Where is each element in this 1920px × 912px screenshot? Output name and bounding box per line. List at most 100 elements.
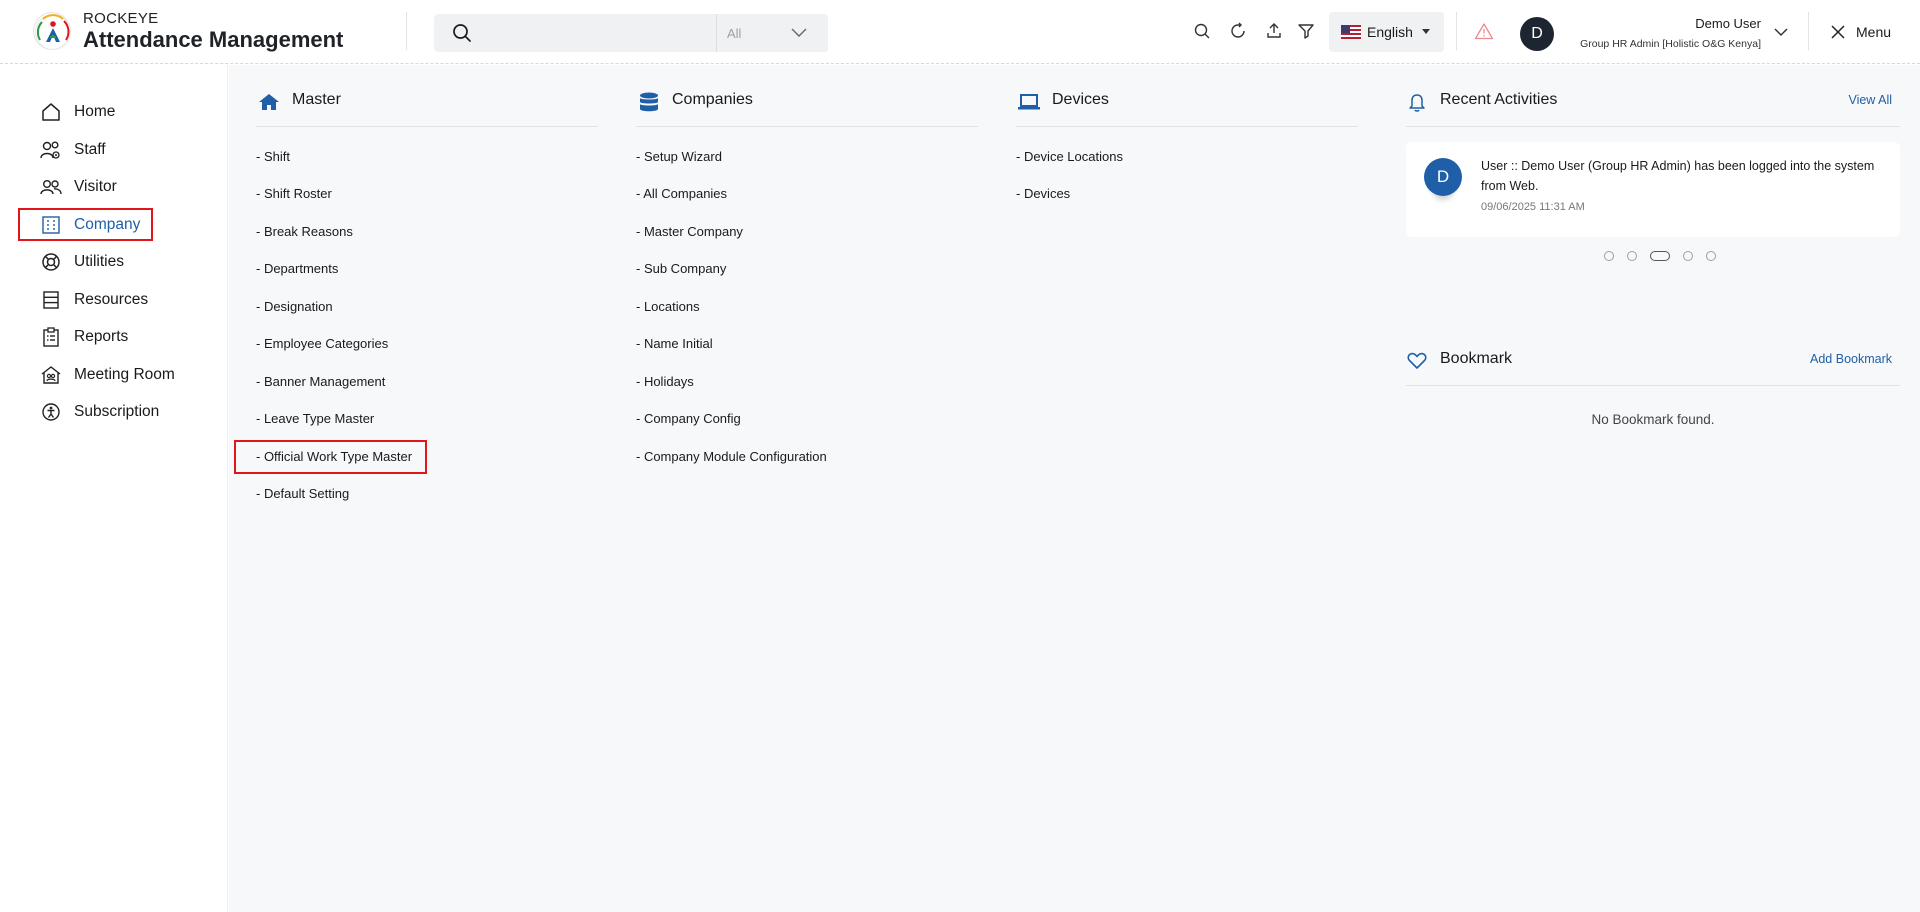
top-header: ROCKEYE Attendance Management All Englis… <box>0 0 1920 64</box>
language-select[interactable]: English <box>1329 12 1444 52</box>
master-link-departments[interactable]: - Departments <box>256 261 338 276</box>
master-title: Master <box>292 91 341 108</box>
search-icon <box>453 24 471 42</box>
sidebar-item-staff[interactable]: Staff <box>40 135 106 165</box>
sidebar-item-label: Reports <box>74 328 129 345</box>
companies-link-setup-wizard[interactable]: - Setup Wizard <box>636 149 722 164</box>
devices-title: Devices <box>1052 91 1109 108</box>
subscription-icon <box>40 401 62 423</box>
devices-link-devices[interactable]: - Devices <box>1016 186 1070 201</box>
header-divider <box>1808 12 1809 50</box>
user-name[interactable]: Demo User <box>1695 16 1761 31</box>
master-link-banner-management[interactable]: - Banner Management <box>256 374 385 389</box>
sidebar-item-label: Utilities <box>74 253 124 270</box>
search-scope-select[interactable]: All <box>716 14 828 52</box>
carousel-dot-active[interactable] <box>1650 251 1670 261</box>
app-title: Attendance Management <box>83 27 344 52</box>
companies-link-all-companies[interactable]: - All Companies <box>636 186 727 201</box>
user-role: Group HR Admin [Holistic O&G Kenya] <box>1580 38 1761 50</box>
sidebar-item-meeting-room[interactable]: Meeting Room <box>40 360 175 390</box>
companies-link-master-company[interactable]: - Master Company <box>636 224 743 239</box>
add-bookmark-link[interactable]: Add Bookmark <box>1810 352 1892 366</box>
house-icon <box>256 91 282 113</box>
companies-link-company-config[interactable]: - Company Config <box>636 411 741 426</box>
devices-link-device-locations[interactable]: - Device Locations <box>1016 149 1123 164</box>
master-link-break-reasons[interactable]: - Break Reasons <box>256 224 353 239</box>
language-value: English <box>1367 24 1413 40</box>
chevron-down-icon[interactable] <box>1773 26 1789 38</box>
visitor-icon <box>40 176 62 198</box>
sidebar-item-subscription[interactable]: Subscription <box>40 397 159 427</box>
brand-small: ROCKEYE <box>83 10 159 27</box>
laptop-icon <box>1016 91 1042 113</box>
sidebar-item-reports[interactable]: Reports <box>40 322 128 352</box>
user-avatar[interactable]: D <box>1520 17 1554 51</box>
companies-title: Companies <box>672 91 753 108</box>
sidebar-item-home[interactable]: Home <box>40 97 115 127</box>
close-icon <box>1831 25 1845 39</box>
recent-activities-title: Recent Activities <box>1440 91 1558 108</box>
sidebar-item-label: Subscription <box>74 403 160 420</box>
sidebar-item-company[interactable]: Company <box>40 210 140 240</box>
companies-heading: Companies <box>636 91 978 127</box>
carousel-dots <box>1604 251 1729 261</box>
view-all-link[interactable]: View All <box>1848 93 1892 107</box>
sidebar-item-label: Company <box>74 216 141 233</box>
search-input[interactable] <box>484 14 734 52</box>
devices-heading: Devices <box>1016 91 1358 127</box>
refresh-icon[interactable] <box>1227 20 1249 42</box>
header-divider <box>406 12 407 50</box>
alert-icon[interactable] <box>1473 20 1495 42</box>
database-icon <box>636 91 662 113</box>
resources-icon <box>40 289 62 311</box>
carousel-dot[interactable] <box>1604 251 1614 261</box>
search-scope-value: All <box>727 25 742 41</box>
clipboard-icon <box>40 326 62 348</box>
search-icon[interactable] <box>1191 20 1213 42</box>
master-link-official-work-type-master[interactable]: - Official Work Type Master <box>256 449 412 464</box>
building-icon <box>40 214 62 236</box>
companies-link-sub-company[interactable]: - Sub Company <box>636 261 726 276</box>
brand: ROCKEYE Attendance Management <box>83 11 343 51</box>
master-link-shift-roster[interactable]: - Shift Roster <box>256 186 332 201</box>
filter-icon[interactable] <box>1295 20 1317 42</box>
upload-icon[interactable] <box>1263 20 1285 42</box>
menu-close-button[interactable]: Menu <box>1830 24 1891 40</box>
bell-icon <box>1406 91 1428 113</box>
sidebar-item-label: Home <box>74 103 116 120</box>
sidebar-item-label: Resources <box>74 291 149 308</box>
sidebar-item-utilities[interactable]: Utilities <box>40 247 124 277</box>
menu-label: Menu <box>1856 24 1892 40</box>
activity-card: D User :: Demo User (Group HR Admin) has… <box>1406 142 1900 237</box>
sidebar-item-visitor[interactable]: Visitor <box>40 172 117 202</box>
companies-link-holidays[interactable]: - Holidays <box>636 374 694 389</box>
lifebuoy-icon <box>40 251 62 273</box>
sidebar-item-resources[interactable]: Resources <box>40 285 148 315</box>
carousel-dot[interactable] <box>1706 251 1716 261</box>
main-content: Master - Shift - Shift Roster - Break Re… <box>229 65 1920 912</box>
sidebar: Home Staff Visitor Company Utilities Res… <box>0 65 228 912</box>
carousel-dot[interactable] <box>1683 251 1693 261</box>
bookmark-heading: Bookmark Add Bookmark <box>1406 350 1900 386</box>
meeting-house-icon <box>40 364 62 386</box>
sidebar-item-label: Staff <box>74 141 106 158</box>
master-heading: Master <box>256 91 598 127</box>
caret-down-icon <box>1422 29 1430 34</box>
companies-link-locations[interactable]: - Locations <box>636 299 700 314</box>
companies-link-company-module-configuration[interactable]: - Company Module Configuration <box>636 449 827 464</box>
rockeye-logo[interactable] <box>33 12 71 50</box>
home-icon <box>40 101 62 123</box>
master-link-default-setting[interactable]: - Default Setting <box>256 486 349 501</box>
master-link-designation[interactable]: - Designation <box>256 299 333 314</box>
carousel-dot[interactable] <box>1627 251 1637 261</box>
master-link-employee-categories[interactable]: - Employee Categories <box>256 336 388 351</box>
heart-icon <box>1406 350 1428 372</box>
master-link-leave-type-master[interactable]: - Leave Type Master <box>256 411 374 426</box>
companies-link-name-initial[interactable]: - Name Initial <box>636 336 713 351</box>
bookmark-title: Bookmark <box>1440 350 1513 367</box>
chevron-down-icon <box>791 28 807 37</box>
master-link-shift[interactable]: - Shift <box>256 149 290 164</box>
sidebar-item-label: Visitor <box>74 178 117 195</box>
recent-activities-heading: Recent Activities View All <box>1406 91 1900 127</box>
sidebar-item-label: Meeting Room <box>74 366 175 383</box>
